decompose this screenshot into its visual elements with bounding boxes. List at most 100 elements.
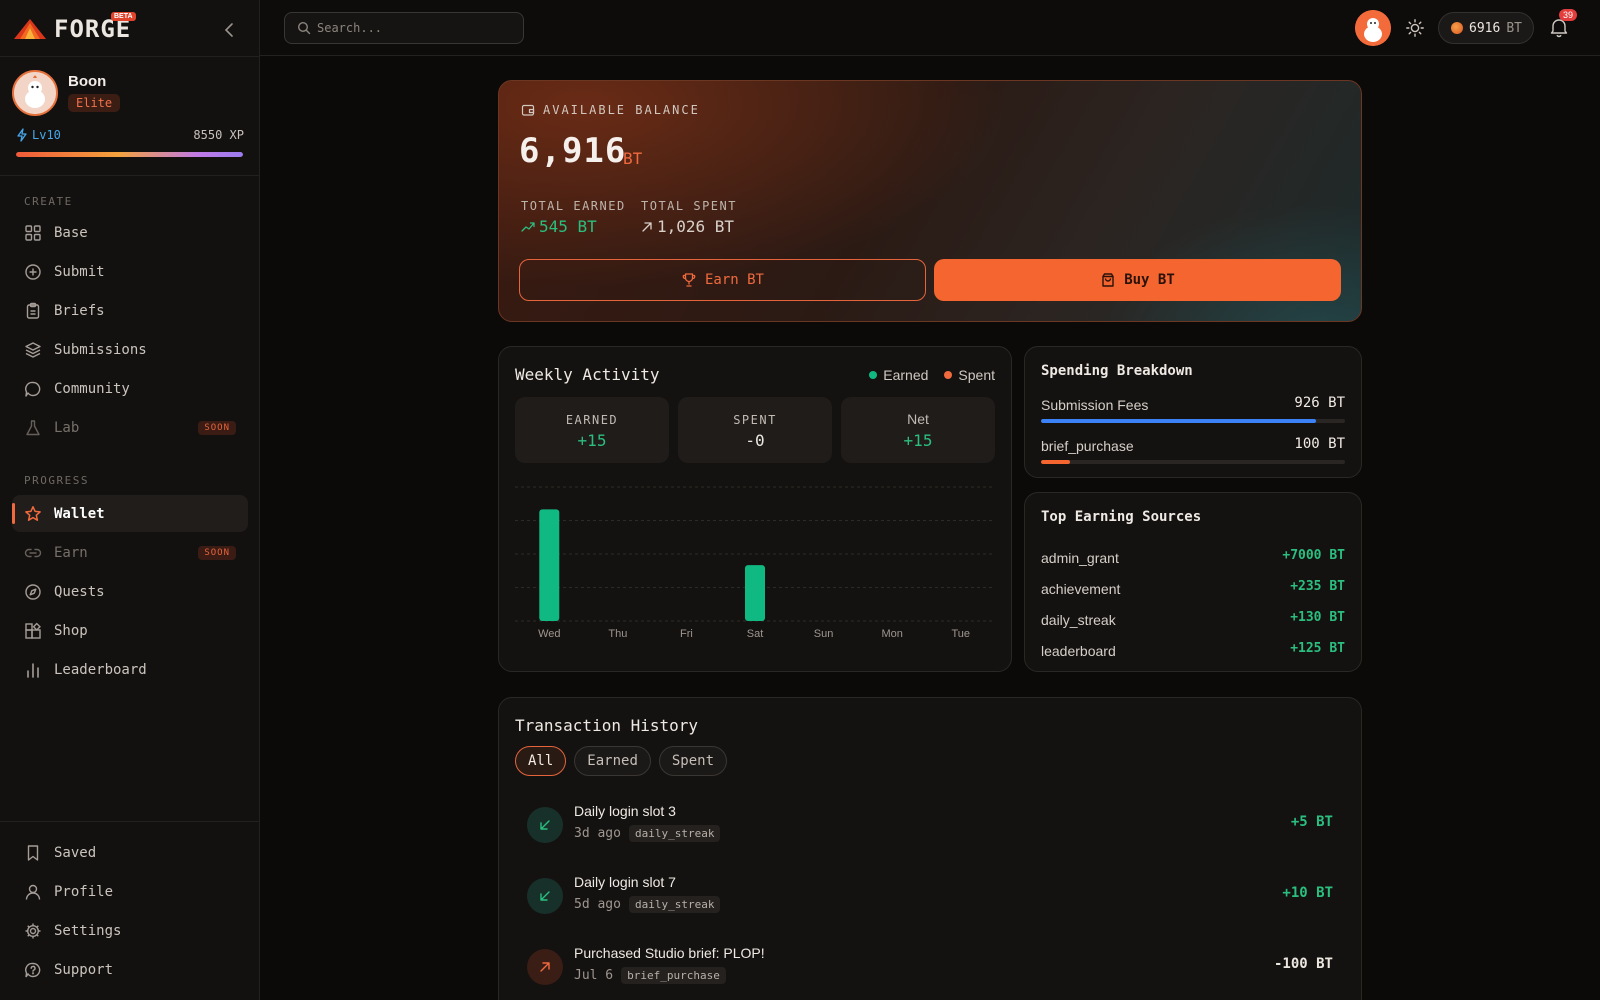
search-box[interactable] (284, 12, 524, 44)
sidebar-item-quests[interactable]: Quests (12, 573, 248, 610)
brand[interactable]: FORGE BETA (12, 12, 248, 46)
avatar[interactable] (1355, 10, 1391, 46)
balance-unit: BT (623, 149, 643, 168)
transaction-filter-tabs: All Earned Spent (515, 746, 728, 776)
stat-net-label: Net (907, 411, 929, 427)
section-label-create: CREATE (24, 195, 73, 208)
nav-progress: Wallet Earn SOON Quests Shop Leaderboard (12, 495, 248, 690)
chart-bar-earned-wed[interactable] (539, 509, 560, 621)
topbar: 6916 BT 39 (260, 0, 1600, 56)
stat-spent: SPENT -0 (678, 397, 832, 463)
top-earning-sources-title: Top Earning Sources (1041, 509, 1202, 525)
source-amount: +130 BT (1290, 610, 1345, 625)
trend-up-icon (521, 221, 535, 232)
spending-breakdown-title: Spending Breakdown (1041, 363, 1193, 379)
sidebar-item-leaderboard[interactable]: Leaderboard (12, 651, 248, 688)
sidebar-item-earn[interactable]: Earn SOON (12, 534, 248, 571)
balance-amount: 6916 (1469, 20, 1501, 36)
sidebar-item-label: Submissions (54, 341, 147, 358)
transaction-row[interactable]: Purchased Studio brief: PLOP! Jul 6 brief… (515, 939, 1345, 993)
spending-amount: 926 BT (1294, 395, 1345, 411)
source-name: daily_streak (1041, 612, 1116, 628)
transaction-meta: 3d ago daily_streak (574, 825, 721, 842)
transaction-row[interactable]: Daily login slot 3 3d ago daily_streak +5… (515, 797, 1345, 851)
level-row: Lv10 8550 XP (16, 128, 244, 142)
sidebar-item-label: Base (54, 224, 88, 241)
tab-all[interactable]: All (515, 746, 567, 776)
spending-bar (1041, 419, 1345, 423)
earn-bt-button[interactable]: Earn BT (519, 259, 926, 301)
spending-amount: 100 BT (1294, 436, 1345, 452)
xp-label: 8550 XP (193, 128, 244, 142)
transaction-meta: Jul 6 brief_purchase (574, 967, 726, 984)
sidebar-item-lab[interactable]: Lab SOON (12, 409, 248, 446)
transaction-amount: +5 BT (1290, 814, 1333, 830)
total-earned-label: TOTAL EARNED (521, 199, 626, 213)
buy-bt-button[interactable]: Buy BT (934, 259, 1341, 301)
total-spent-label: TOTAL SPENT (641, 199, 737, 213)
soon-badge: SOON (198, 545, 236, 560)
chart-tick-label: Wed (538, 628, 560, 639)
total-earned-value: 545 BT (539, 217, 597, 236)
sidebar-item-label: Community (54, 380, 130, 397)
sidebar-item-profile[interactable]: Profile (12, 873, 248, 910)
sidebar-item-briefs[interactable]: Briefs (12, 292, 248, 329)
balance-label-row: AVAILABLE BALANCE (521, 103, 700, 117)
tab-earned[interactable]: Earned (574, 746, 651, 776)
gear-icon (25, 923, 41, 938)
chart-tick-label: Sat (747, 628, 764, 639)
sidebar-item-label: Briefs (54, 302, 105, 319)
nav-create: Base Submit Briefs Submissions Community… (12, 214, 248, 448)
user-card[interactable]: Boon Elite (12, 70, 252, 116)
chart-legend: Earned Spent (869, 367, 995, 383)
divider (0, 175, 260, 176)
transaction-title: Purchased Studio brief: PLOP! (574, 945, 765, 961)
sidebar-item-wallet[interactable]: Wallet (12, 495, 248, 532)
chart-tick-label: Fri (680, 628, 693, 639)
sidebar: FORGE BETA Boon Elite Lv10 8550 XP CREAT… (0, 0, 260, 1000)
plus-circle-icon (25, 263, 41, 280)
divider (0, 821, 260, 822)
user-icon (25, 884, 41, 900)
tab-spent[interactable]: Spent (658, 746, 728, 776)
sidebar-item-community[interactable]: Community (12, 370, 248, 407)
sidebar-item-base[interactable]: Base (12, 214, 248, 251)
weekly-activity-title: Weekly Activity (515, 365, 660, 384)
collapse-sidebar-icon[interactable] (220, 20, 240, 40)
sidebar-item-settings[interactable]: Settings (12, 912, 248, 949)
sidebar-item-label: Earn (54, 544, 88, 561)
transaction-title: Daily login slot 7 (574, 874, 676, 890)
shopping-bag-icon (1102, 273, 1114, 287)
theme-toggle-icon[interactable] (1405, 18, 1425, 38)
search-input[interactable] (317, 21, 497, 35)
sidebar-item-shop[interactable]: Shop (12, 612, 248, 649)
bookmark-icon (27, 844, 39, 861)
sidebar-item-label: Submit (54, 263, 105, 280)
bolt-icon (17, 128, 27, 142)
arrow-down-left-icon (527, 878, 563, 914)
sidebar-item-label: Wallet (54, 505, 105, 522)
chart-bar-earned-sat[interactable] (745, 565, 765, 621)
sidebar-item-label: Lab (54, 419, 80, 436)
total-earned: 545 BT (521, 217, 597, 236)
sidebar-item-label: Saved (54, 844, 97, 861)
soon-badge: SOON (198, 420, 236, 435)
section-label-progress: PROGRESS (24, 474, 89, 487)
stat-earned-value: +15 (577, 431, 607, 450)
sidebar-item-support[interactable]: Support (12, 951, 248, 988)
chart-tick-label: Mon (881, 628, 902, 639)
arrow-down-left-icon (527, 807, 563, 843)
spending-breakdown-card: Spending Breakdown Submission Fees 926 B… (1024, 346, 1362, 478)
balance-pill[interactable]: 6916 BT (1438, 12, 1534, 44)
spending-bar-fill (1041, 419, 1316, 423)
spending-bar-fill (1041, 460, 1071, 464)
sidebar-item-saved[interactable]: Saved (12, 834, 248, 871)
sidebar-item-submit[interactable]: Submit (12, 253, 248, 290)
grid-icon (25, 224, 41, 241)
sidebar-item-submissions[interactable]: Submissions (12, 331, 248, 368)
balance-unit: BT (1506, 20, 1522, 36)
xp-bar-fill (16, 152, 243, 157)
transaction-history-card: Transaction History All Earned Spent Dai… (498, 697, 1362, 1000)
avatar[interactable] (12, 70, 58, 116)
transaction-row[interactable]: Daily login slot 7 5d ago daily_streak +1… (515, 868, 1345, 922)
